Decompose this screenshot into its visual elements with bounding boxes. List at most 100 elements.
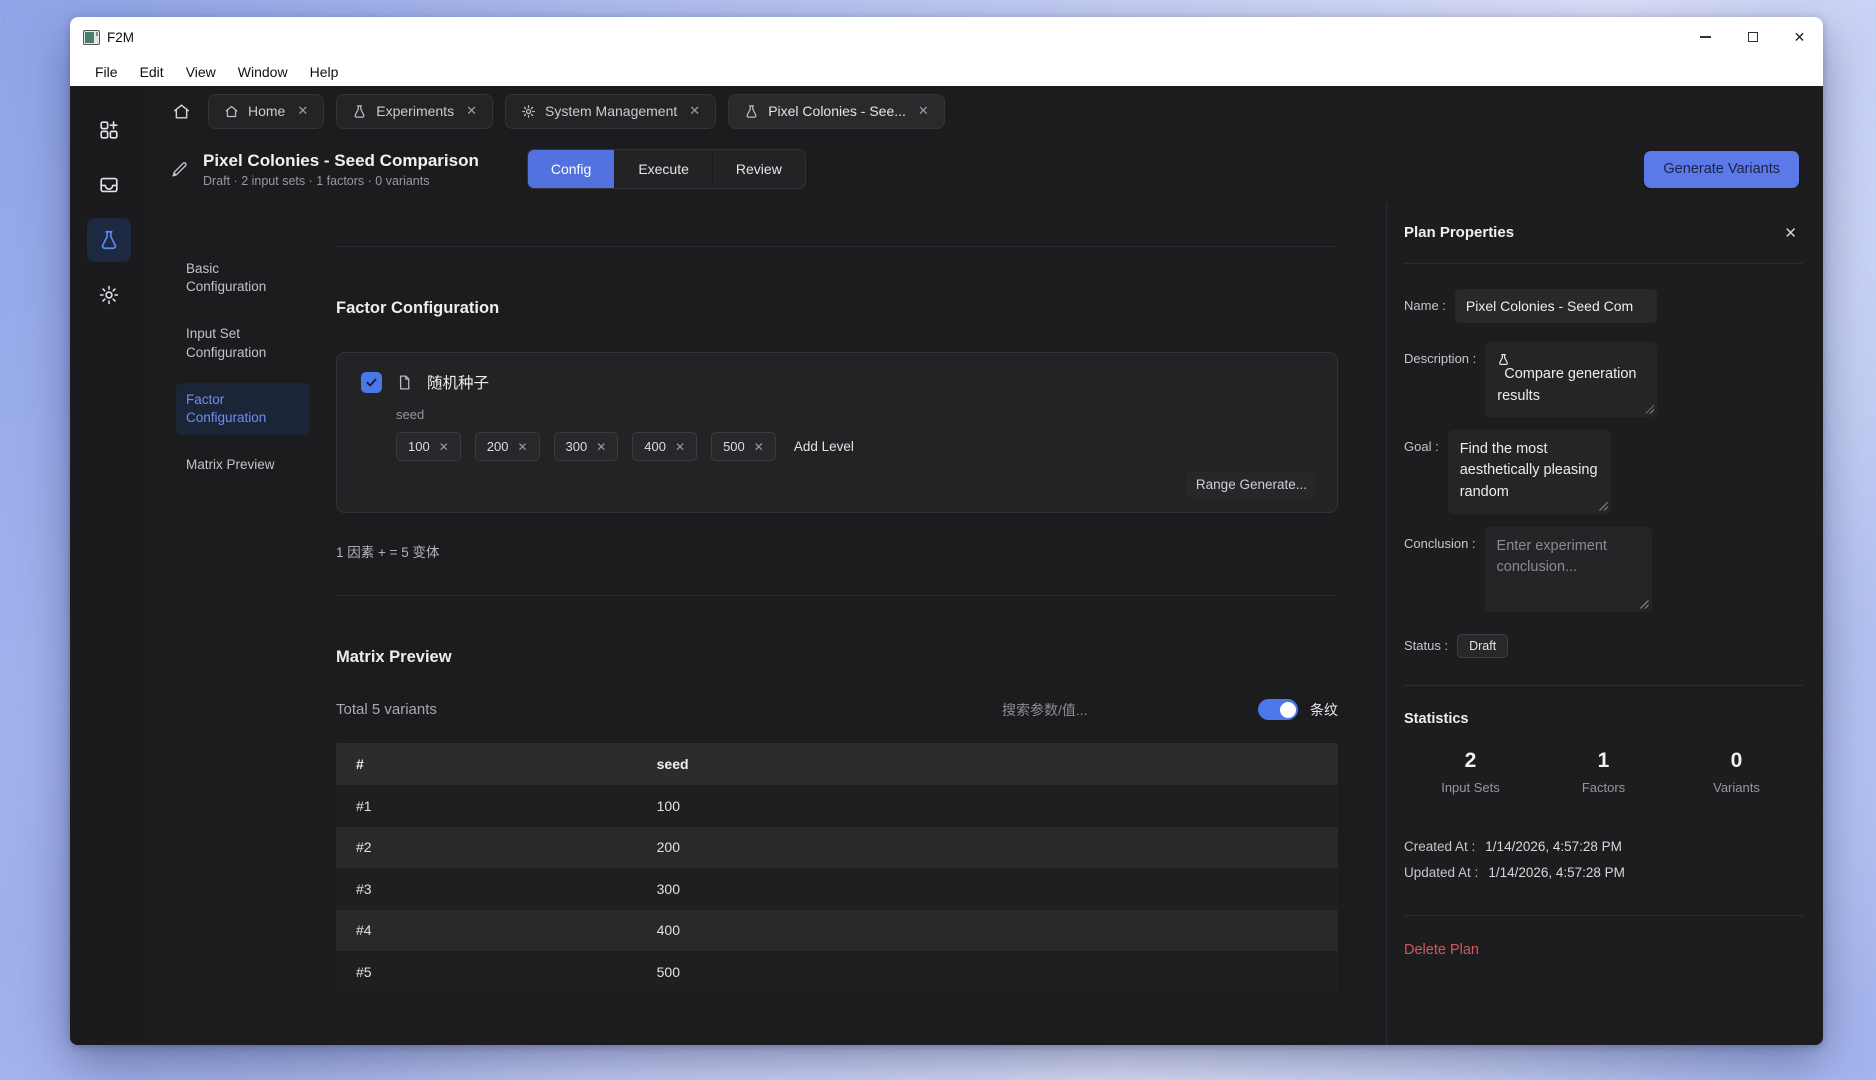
search-input[interactable]: [1002, 702, 1252, 718]
column-header-index: #: [336, 756, 657, 772]
table-row: #3 300: [336, 868, 1338, 910]
menu-edit[interactable]: Edit: [129, 61, 175, 83]
tab-close-icon[interactable]: ✕: [689, 103, 700, 119]
minimize-icon: [1700, 36, 1711, 38]
tab-review[interactable]: Review: [713, 150, 805, 188]
factor-configuration-heading: Factor Configuration: [336, 299, 1338, 318]
panel-close-icon[interactable]: ✕: [1778, 220, 1803, 246]
tab-experiments[interactable]: Experiments ✕: [336, 94, 493, 129]
section-divider: [336, 202, 1338, 247]
resize-handle[interactable]: [1645, 405, 1654, 414]
status-badge: Draft: [1457, 634, 1508, 658]
level-chip[interactable]: 100✕: [396, 432, 461, 461]
remove-level-icon[interactable]: ✕: [675, 440, 685, 454]
variant-summary: 1 因素 + = 5 变体: [336, 541, 1338, 561]
inbox-icon[interactable]: [87, 163, 131, 207]
tab-close-icon[interactable]: ✕: [918, 103, 929, 119]
menu-window[interactable]: Window: [227, 61, 299, 83]
tab-close-icon[interactable]: ✕: [297, 103, 308, 119]
mode-segmented-control: Config Execute Review: [527, 149, 806, 189]
matrix-table: # seed #1 100 #2 200 #3: [336, 743, 1338, 993]
menu-help[interactable]: Help: [299, 61, 350, 83]
window-title: F2M: [107, 30, 134, 45]
page-title: Pixel Colonies - Seed Comparison: [203, 151, 479, 171]
tab-execute[interactable]: Execute: [615, 150, 713, 188]
level-chip[interactable]: 400✕: [632, 432, 697, 461]
name-field[interactable]: Pixel Colonies - Seed Com: [1455, 289, 1657, 323]
resize-handle[interactable]: [1640, 600, 1649, 609]
menu-file[interactable]: File: [84, 61, 129, 83]
desktop: { "icons": { "close": "✕" }, "colors": {…: [0, 0, 1876, 1080]
column-header-seed: seed: [657, 756, 1338, 772]
resize-handle[interactable]: [1599, 502, 1608, 511]
tab-strip: Home ✕ Experiments ✕ System Management ✕…: [148, 86, 1823, 136]
level-chip[interactable]: 200✕: [475, 432, 540, 461]
minimize-button[interactable]: [1682, 17, 1729, 57]
tab-label: Experiments: [376, 103, 454, 119]
stat-input-sets: 2 Input Sets: [1404, 749, 1537, 795]
conclusion-placeholder: Enter experiment conclusion...: [1497, 538, 1607, 576]
table-row: #5 500: [336, 951, 1338, 993]
document-icon: [396, 374, 413, 391]
close-button[interactable]: ✕: [1776, 17, 1823, 57]
table-row: #4 400: [336, 910, 1338, 952]
statistics-heading: Statistics: [1404, 711, 1803, 727]
window-titlebar[interactable]: F2M ✕: [70, 17, 1823, 57]
conclusion-label: Conclusion :: [1404, 527, 1476, 551]
home-icon[interactable]: [166, 96, 196, 126]
panel-divider: [1404, 685, 1803, 686]
stat-variants: 0 Variants: [1670, 749, 1803, 795]
goal-field[interactable]: Find the most aesthetically pleasing ran…: [1448, 430, 1611, 514]
tab-pixel-colonies[interactable]: Pixel Colonies - See... ✕: [728, 94, 945, 129]
factor-checkbox[interactable]: [361, 372, 382, 393]
description-field[interactable]: Compare generation results: [1485, 342, 1657, 417]
description-label: Description :: [1404, 342, 1476, 366]
total-variants-label: Total 5 variants: [336, 701, 437, 718]
subnav-factor-configuration[interactable]: Factor Configuration: [176, 383, 310, 435]
updated-at-row: Updated At : 1/14/2026, 4:57:28 PM: [1404, 865, 1803, 880]
maximize-button[interactable]: [1729, 17, 1776, 57]
level-chip[interactable]: 300✕: [554, 432, 619, 461]
tab-system-management[interactable]: System Management ✕: [505, 94, 716, 129]
page-header: Pixel Colonies - Seed Comparison Draft ·…: [148, 136, 1823, 202]
stripe-toggle[interactable]: [1258, 699, 1298, 720]
settings-gear-icon[interactable]: [87, 273, 131, 317]
plan-properties-panel: Plan Properties ✕ Name : Pixel Colonies …: [1386, 202, 1823, 1045]
level-chip[interactable]: 500✕: [711, 432, 776, 461]
maximize-icon: [1748, 32, 1758, 42]
conclusion-field[interactable]: Enter experiment conclusion...: [1485, 527, 1652, 612]
tab-home[interactable]: Home ✕: [208, 94, 324, 129]
remove-level-icon[interactable]: ✕: [439, 440, 449, 454]
range-generate-button[interactable]: Range Generate...: [1186, 471, 1317, 498]
flask-icon: [352, 104, 367, 119]
delete-plan-button[interactable]: Delete Plan: [1404, 942, 1803, 958]
experiments-flask-icon[interactable]: [87, 218, 131, 262]
section-divider: [336, 595, 1338, 596]
generate-variants-button[interactable]: Generate Variants: [1644, 151, 1799, 188]
stripe-toggle-label: 条纹: [1310, 700, 1338, 720]
tab-label: Home: [248, 103, 285, 119]
add-level-button[interactable]: Add Level: [790, 433, 858, 460]
app-body: Home ✕ Experiments ✕ System Management ✕…: [70, 86, 1823, 1045]
menu-view[interactable]: View: [175, 61, 227, 83]
stat-factors: 1 Factors: [1537, 749, 1670, 795]
subnav-matrix-preview[interactable]: Matrix Preview: [176, 448, 310, 482]
tab-config[interactable]: Config: [528, 150, 615, 188]
matrix-controls: Total 5 variants 条纹: [336, 699, 1338, 720]
remove-level-icon[interactable]: ✕: [596, 440, 606, 454]
config-body: Basic Configuration Input Set Configurat…: [148, 202, 1823, 1045]
panel-divider: [1404, 915, 1803, 916]
toggle-knob: [1280, 702, 1296, 718]
tab-close-icon[interactable]: ✕: [466, 103, 477, 119]
remove-level-icon[interactable]: ✕: [517, 440, 527, 454]
remove-level-icon[interactable]: ✕: [754, 440, 764, 454]
home-icon: [224, 104, 239, 119]
subnav-basic-configuration[interactable]: Basic Configuration: [176, 252, 310, 304]
dashboard-add-icon[interactable]: [87, 108, 131, 152]
edit-pencil-icon[interactable]: [170, 160, 189, 179]
status-label: Status :: [1404, 638, 1448, 653]
factor-param-label: seed: [396, 407, 1317, 422]
subnav-input-set-configuration[interactable]: Input Set Configuration: [176, 317, 310, 369]
flask-icon: [744, 104, 759, 119]
level-chips: 100✕ 200✕ 300✕ 400✕ 500✕ Add Level: [396, 432, 1317, 461]
